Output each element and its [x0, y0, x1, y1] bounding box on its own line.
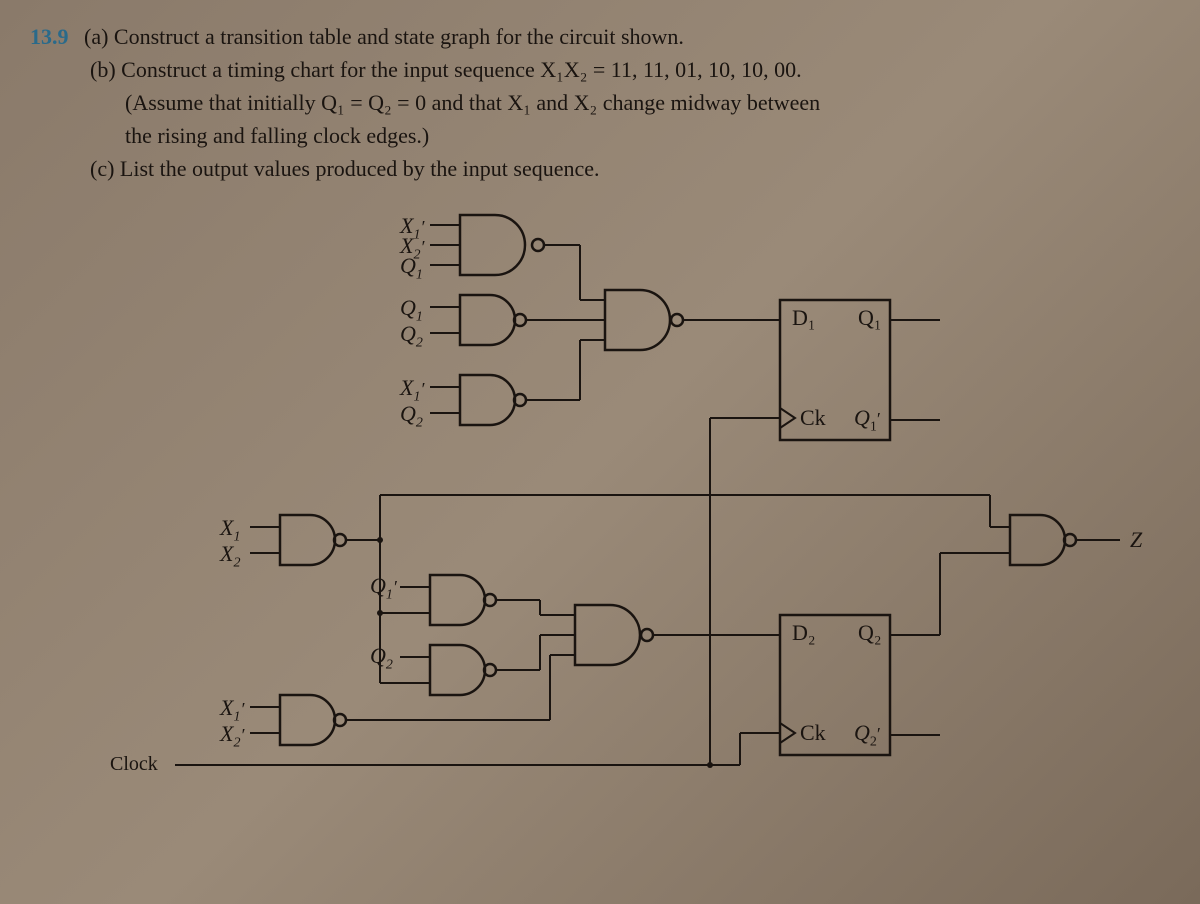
part-b-line1: (b) Construct a timing chart for the inp… [90, 53, 802, 86]
problem-number: 13.9 [30, 20, 69, 53]
problem-text: 13.9 (a) Construct a transition table an… [30, 20, 1170, 185]
part-b-line3: the rising and falling clock edges.) [125, 123, 429, 148]
ff1-q-label: Q₁ [858, 305, 882, 331]
ff1-ck-label: Ck [800, 405, 826, 431]
gate2-in2-label: Q2 [400, 321, 423, 351]
circuit-svg [80, 205, 1180, 825]
part-b-line2: (Assume that initially Q₁ = Q₂ = 0 and t… [125, 90, 820, 115]
part-a: (a) Construct a transition table and sta… [84, 24, 684, 49]
gate7-in2-label: X2′ [220, 721, 244, 751]
circuit-diagram: X1′ X2′ Q1 Q1 Q2 X1′ Q2 X1 X2 Q1′ Q2 X1′… [80, 205, 1180, 825]
gate3-in2-label: Q2 [400, 401, 423, 431]
ff2-d-label: D₂ [792, 620, 816, 646]
ff1-qbar-label: Q1′ [854, 405, 881, 435]
part-c: (c) List the output values produced by t… [90, 152, 600, 185]
ff2-q-label: Q₂ [858, 620, 882, 646]
gate5-in-label: Q1′ [370, 573, 397, 603]
ff1-d-label: D₁ [792, 305, 816, 331]
clock-label: Clock [110, 753, 158, 776]
ff2-qbar-label: Q2′ [854, 720, 881, 750]
gate1-in3-label: Q1 [400, 253, 423, 283]
output-z-label: Z [1130, 527, 1142, 553]
ff2-ck-label: Ck [800, 720, 826, 746]
gate4-in2-label: X2 [220, 541, 240, 571]
gate6-in-label: Q2 [370, 643, 393, 673]
